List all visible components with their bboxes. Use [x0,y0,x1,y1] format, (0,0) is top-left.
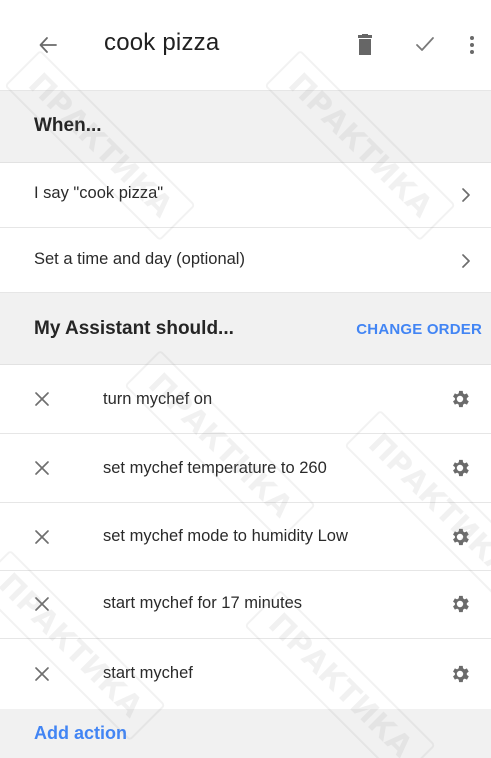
action-label: start mychef for 17 minutes [103,594,302,612]
page-title: cook pizza [104,29,220,56]
action-row: turn mychef on [0,365,491,434]
back-button[interactable] [34,31,62,59]
gear-icon[interactable] [449,593,471,615]
save-button[interactable] [411,31,439,59]
time-day-row[interactable]: Set a time and day (optional) [0,228,491,293]
assistant-section-header: My Assistant should... CHANGE ORDER [0,293,491,365]
when-header-label: When... [34,115,102,136]
action-row: start mychef for 17 minutes [0,571,491,639]
remove-action-button[interactable] [32,594,52,614]
action-label: set mychef mode to humidity Low [103,527,348,545]
add-action-bar: Add action [0,709,491,758]
action-label: set mychef temperature to 260 [103,459,327,477]
action-label: start mychef [103,664,193,682]
arrow-back-icon [39,37,57,53]
when-section-header: When... [0,91,491,163]
action-label: turn mychef on [103,390,213,408]
gear-icon[interactable] [449,457,471,479]
app-bar: cook pizza [0,0,491,91]
trigger-phrase-row[interactable]: I say "cook pizza" [0,163,491,228]
chevron-right-icon [462,254,470,268]
more-options-button[interactable] [461,31,483,59]
remove-action-button[interactable] [32,664,52,684]
change-order-button[interactable]: CHANGE ORDER [356,321,482,338]
action-row: set mychef mode to humidity Low [0,503,491,571]
remove-action-button[interactable] [32,527,52,547]
gear-icon[interactable] [449,388,471,410]
chevron-right-icon [462,188,470,202]
action-row: set mychef temperature to 260 [0,434,491,503]
action-row: start mychef [0,639,491,708]
remove-action-button[interactable] [32,458,52,478]
more-vert-icon [470,36,474,54]
remove-action-button[interactable] [32,389,52,409]
gear-icon[interactable] [449,663,471,685]
assistant-header-label: My Assistant should... [34,318,234,339]
add-action-button[interactable]: Add action [34,723,127,744]
time-day-label: Set a time and day (optional) [34,250,245,268]
gear-icon[interactable] [449,526,471,548]
routine-editor-screen: cook pizza When... I say "cook pizza" Se… [0,0,491,758]
delete-button[interactable] [351,31,379,59]
trash-icon [358,34,372,55]
trigger-phrase-label: I say "cook pizza" [34,184,164,202]
checkmark-icon [416,37,434,51]
